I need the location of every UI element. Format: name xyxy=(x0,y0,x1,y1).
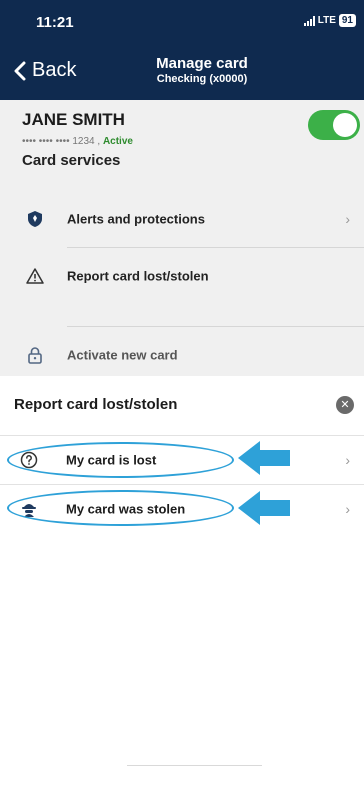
page-subtitle: Checking (x0000) xyxy=(156,73,248,85)
service-item-alerts[interactable]: Alerts and protections › xyxy=(0,190,364,247)
home-indicator xyxy=(127,765,262,766)
back-button[interactable]: Back xyxy=(14,59,76,82)
toggle-knob xyxy=(333,113,357,137)
highlight-ellipse xyxy=(7,490,234,526)
highlight-ellipse xyxy=(7,442,234,478)
service-item-label: Alerts and protections xyxy=(67,211,205,226)
card-services-title: Card services xyxy=(22,152,121,169)
card-details: JANE SMITH •••• •••• •••• 1234 , Active … xyxy=(0,100,364,376)
lock-icon xyxy=(28,346,42,364)
chevron-left-icon xyxy=(14,61,26,80)
chevron-right-icon: › xyxy=(345,452,350,468)
service-item-label: Report card lost/stolen xyxy=(67,268,209,283)
warning-icon xyxy=(26,267,44,284)
service-item-report-lost[interactable]: Report card lost/stolen xyxy=(0,247,364,304)
shield-icon xyxy=(28,210,42,227)
battery-icon: 91 xyxy=(338,14,356,27)
nav-bar: Back Manage card Checking (x0000) xyxy=(0,46,364,100)
status-indicators: LTE 91 xyxy=(303,14,356,27)
card-number: •••• •••• •••• 1234 , Active xyxy=(22,136,133,147)
masked-card-number: •••• •••• •••• 1234 , xyxy=(22,136,101,147)
page-title: Manage card Checking (x0000) xyxy=(134,55,270,85)
signal-icon xyxy=(303,15,315,26)
chevron-right-icon: › xyxy=(345,501,350,517)
report-lost-stolen-sheet: Report card lost/stolen ✕ My card is los… xyxy=(0,376,364,794)
back-label: Back xyxy=(32,59,77,81)
card-status: Active xyxy=(102,136,133,147)
arrow-left-icon xyxy=(238,441,290,475)
close-icon[interactable]: ✕ xyxy=(336,396,354,414)
network-label: LTE xyxy=(317,15,336,26)
sheet-title: Report card lost/stolen xyxy=(14,396,178,413)
card-active-toggle[interactable] xyxy=(308,110,360,140)
status-bar: 11:21 LTE 91 xyxy=(0,0,364,46)
arrow-left-icon xyxy=(238,491,290,525)
chevron-right-icon: › xyxy=(345,210,350,227)
service-item-activate[interactable]: Activate new card xyxy=(0,326,364,383)
card-holder-name: JANE SMITH xyxy=(22,110,125,129)
service-item-label: Activate new card xyxy=(67,347,178,362)
page-title-text: Manage card xyxy=(156,55,248,72)
status-time: 11:21 xyxy=(36,14,74,31)
